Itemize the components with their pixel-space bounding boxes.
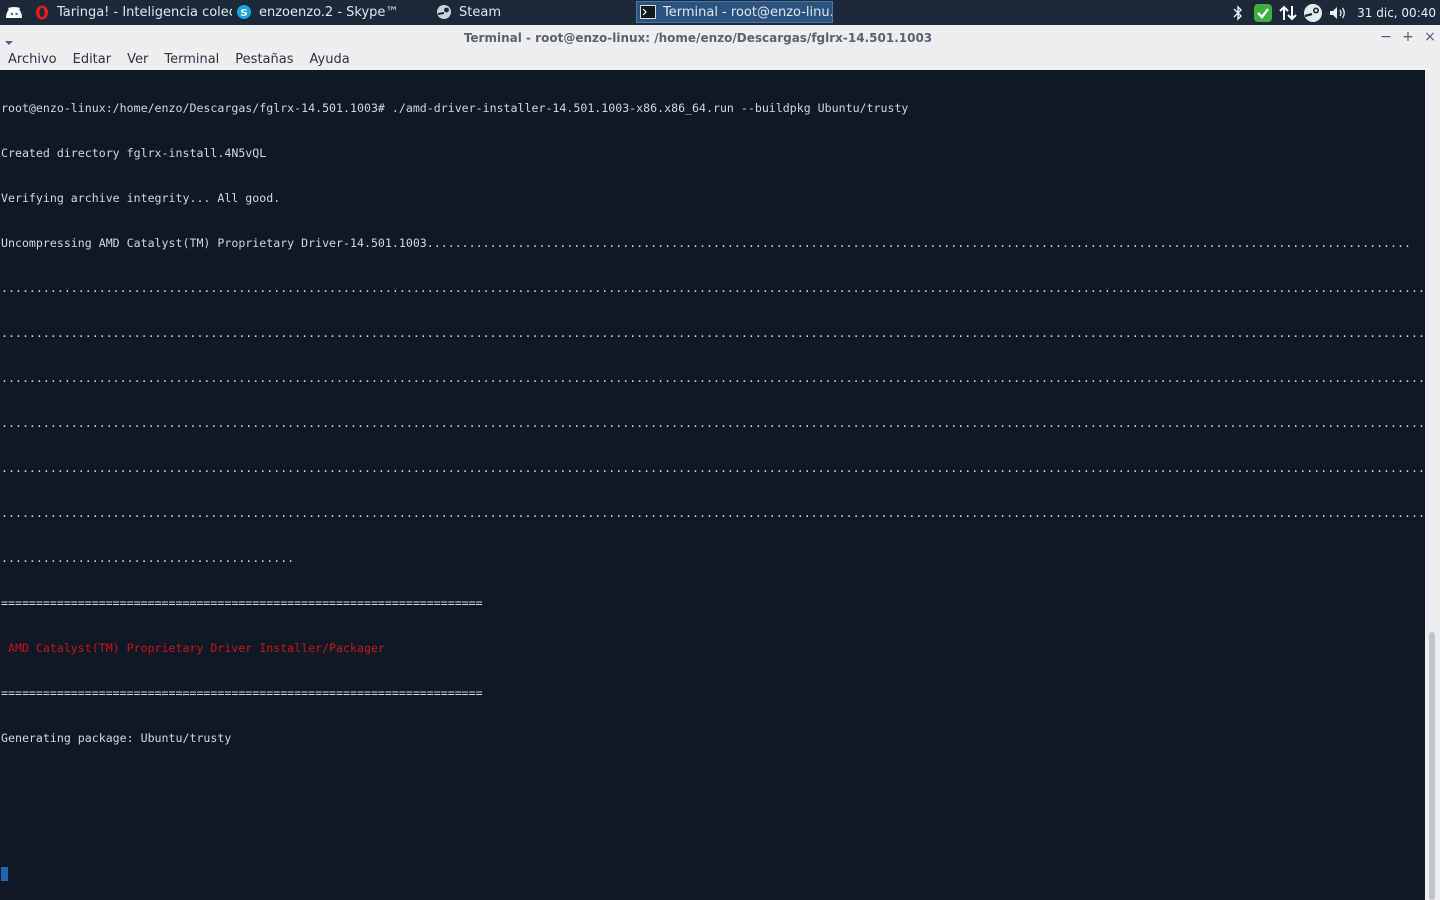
terminal-scrollbar[interactable] — [1425, 70, 1440, 900]
bluetooth-icon[interactable] — [1228, 3, 1248, 23]
terminal-icon — [640, 4, 656, 20]
menu-ver[interactable]: Ver — [119, 49, 156, 70]
top-panel: Taringa! - Inteligencia colec... S enzoe… — [0, 0, 1440, 25]
terminal-line: Generating package: Ubuntu/trusty — [1, 731, 232, 745]
terminal-line: Created directory fglrx-install.4N5vQL — [1, 146, 267, 160]
opera-icon — [34, 4, 50, 20]
skype-icon: S — [236, 4, 252, 20]
taskbar-item-terminal[interactable]: Terminal - root@enzo-linu... — [636, 1, 833, 23]
system-tray: 31 dic, 00:40 — [1228, 0, 1440, 25]
taskbar-item-opera[interactable]: Taringa! - Inteligencia colec... — [34, 1, 232, 23]
terminal-line: ........................................… — [1, 461, 1425, 475]
taskbar-item-label: Steam — [459, 4, 501, 20]
terminal-line: ========================================… — [1, 686, 483, 700]
window-titlebar[interactable]: Terminal - root@enzo-linux: /home/enzo/D… — [0, 25, 1440, 50]
menu-pestanas[interactable]: Pestañas — [227, 49, 301, 70]
terminal-cursor — [1, 867, 8, 881]
menu-archivo[interactable]: Archivo — [0, 49, 65, 70]
taskbar-item-label: enzoenzo.2 - Skype™ — [259, 4, 399, 20]
terminal-line: root@enzo-linux:/home/enzo/Descargas/fgl… — [1, 101, 909, 115]
whisker-menu-icon[interactable] — [3, 2, 25, 23]
terminal-view[interactable]: root@enzo-linux:/home/enzo/Descargas/fgl… — [0, 70, 1425, 900]
terminal-line: AMD Catalyst(TM) Proprietary Driver Inst… — [1, 641, 385, 655]
minimize-button[interactable]: − — [1377, 28, 1395, 46]
panel-clock[interactable]: 31 dic, 00:40 — [1357, 6, 1436, 20]
taskbar-item-steam[interactable]: Steam — [436, 1, 632, 23]
taskbar-item-label: Terminal - root@enzo-linu... — [663, 4, 833, 20]
menu-terminal[interactable]: Terminal — [156, 49, 227, 70]
menubar: Archivo Editar Ver Terminal Pestañas Ayu… — [0, 49, 1440, 70]
close-button[interactable]: × — [1421, 28, 1439, 46]
terminal-line: ........................................… — [1, 281, 1425, 295]
steam-icon — [436, 4, 452, 20]
taskbar-item-skype[interactable]: S enzoenzo.2 - Skype™ — [236, 1, 432, 23]
maximize-button[interactable]: + — [1399, 28, 1417, 46]
terminal-line: Verifying archive integrity... All good. — [1, 191, 281, 205]
terminal-line: Uncompressing AMD Catalyst(TM) Proprieta… — [1, 236, 1411, 250]
menu-ayuda[interactable]: Ayuda — [302, 49, 358, 70]
terminal-line: ........................................… — [1, 326, 1425, 340]
steam-tray-icon[interactable] — [1303, 3, 1323, 23]
update-check-icon[interactable] — [1253, 3, 1273, 23]
terminal-line: ........................................… — [1, 506, 1425, 520]
window-title: Terminal - root@enzo-linux: /home/enzo/D… — [463, 31, 933, 45]
svg-text:S: S — [240, 8, 247, 19]
terminal-line: ........................................… — [1, 551, 295, 565]
taskbar-item-label: Taringa! - Inteligencia colec... — [57, 4, 232, 20]
terminal-line: ========================================… — [1, 596, 483, 610]
terminal-output: root@enzo-linux:/home/enzo/Descargas/fgl… — [1, 71, 1425, 900]
scrollbar-thumb[interactable] — [1429, 632, 1435, 900]
terminal-line: ........................................… — [1, 371, 1425, 385]
network-icon[interactable] — [1278, 3, 1298, 23]
volume-icon[interactable] — [1328, 3, 1348, 23]
terminal-line: ........................................… — [1, 416, 1425, 430]
menu-editar[interactable]: Editar — [65, 49, 120, 70]
